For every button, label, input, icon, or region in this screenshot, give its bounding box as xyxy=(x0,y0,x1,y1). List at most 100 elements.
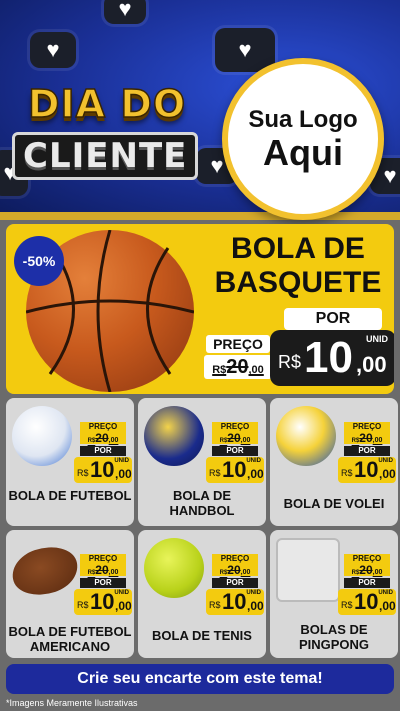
product-name: BOLAS DE PINGPONG xyxy=(298,622,370,652)
product-price: R$ 10 ,00 UNID xyxy=(206,589,264,615)
por-label: POR xyxy=(80,578,126,588)
old-price-value: 20 xyxy=(359,563,373,577)
product-card: PREÇO R$20,00 POR R$ 10 ,00 UNID BOLAS D… xyxy=(270,530,398,658)
logo-text-line-2: Aqui xyxy=(263,132,343,173)
preco-label: PREÇO xyxy=(206,335,270,353)
unit-label: UNID xyxy=(378,458,393,464)
logo-placeholder: Sua Logo Aqui xyxy=(222,58,384,220)
price-currency: R$ xyxy=(278,352,302,372)
product-name: BOLA DE TENIS xyxy=(152,628,252,643)
product-name: BOLA DE VOLEI xyxy=(283,496,385,511)
product-image xyxy=(276,406,336,466)
heart-card-decoration: ♥ xyxy=(30,32,76,68)
price-decimals: ,00 xyxy=(247,467,264,481)
title-line-1: DIA DO xyxy=(27,81,187,127)
unit-label: UNID xyxy=(366,334,388,344)
price-currency: R$ xyxy=(341,468,353,478)
old-price-value: 20 xyxy=(227,431,241,445)
old-price-value: 20 xyxy=(95,563,109,577)
product-image xyxy=(144,538,204,598)
product-name: BOLA DE FUTEBOL AMERICANO xyxy=(8,624,132,654)
product-image xyxy=(144,406,204,466)
por-label: POR xyxy=(344,578,390,588)
heart-card-decoration: ♥ xyxy=(104,0,146,24)
old-price-decimals: ,00 xyxy=(108,437,119,444)
old-price-decimals: ,00 xyxy=(372,437,383,444)
price-decimals: ,00 xyxy=(247,599,264,613)
old-price-decimals: ,00 xyxy=(248,364,264,376)
heart-icon: ♥ xyxy=(238,37,252,62)
product-price: R$ 10 ,00 UNID xyxy=(206,457,264,483)
old-price-decimals: ,00 xyxy=(240,569,251,576)
old-price: R$20,00 xyxy=(212,432,258,444)
unit-label: UNID xyxy=(246,458,261,464)
price-decimals: ,00 xyxy=(379,467,396,481)
cta-banner[interactable]: Crie seu encarte com este tema! xyxy=(6,664,394,694)
title-line-2: CLIENTE xyxy=(12,132,199,180)
product-card: PREÇO R$20,00 POR R$ 10 ,00 UNID BOLA DE… xyxy=(6,398,134,526)
por-label: POR xyxy=(212,578,258,588)
flyer: ♥ ♥ ♥ ♥ ♥ ♥ DIA DO CLIENTE Sua Logo Aqui… xyxy=(0,0,400,711)
featured-product: -50% BOLA DE BASQUETE POR PREÇO R$20,00 … xyxy=(6,224,394,394)
product-card: PREÇO R$20,00 POR R$ 10 ,00 UNID BOLA DE… xyxy=(138,530,266,658)
price-decimals: ,00 xyxy=(356,352,387,377)
product-card: PREÇO R$20,00 POR R$ 10 ,00 UNID BOLA DE… xyxy=(6,530,134,658)
product-name: BOLA DE HANDBOL xyxy=(169,488,235,518)
discount-badge: -50% xyxy=(14,236,64,286)
por-label: POR xyxy=(344,446,390,456)
product-price: R$ 10 ,00 UNID xyxy=(338,589,396,615)
logo-text-line-1: Sua Logo xyxy=(248,106,358,133)
product-card: PREÇO R$20,00 POR R$ 10 ,00 UNID BOLA DE… xyxy=(138,398,266,526)
price-currency: R$ xyxy=(77,468,89,478)
product-price: R$ 10 ,00 UNID xyxy=(338,457,396,483)
price-integer: 10 xyxy=(222,589,247,614)
price-integer: 10 xyxy=(90,457,115,482)
gold-divider xyxy=(0,212,400,220)
price-decimals: ,00 xyxy=(379,599,396,613)
product-image xyxy=(276,538,340,602)
por-label: POR xyxy=(80,446,126,456)
featured-product-name: BOLA DE BASQUETE xyxy=(214,232,382,299)
unit-label: UNID xyxy=(114,458,129,464)
product-name: BOLA DE FUTEBOL xyxy=(8,488,132,503)
price-integer: 10 xyxy=(354,589,379,614)
heart-card-decoration: ♥ xyxy=(215,28,275,72)
old-price: R$20,00 xyxy=(212,564,258,576)
price-integer: 10 xyxy=(354,457,379,482)
price-decimals: ,00 xyxy=(115,467,132,481)
old-price: R$20,00 xyxy=(344,564,390,576)
price-integer: 10 xyxy=(222,457,247,482)
old-price-decimals: ,00 xyxy=(108,569,119,576)
title-block: DIA DO CLIENTE xyxy=(12,81,202,182)
unit-label: UNID xyxy=(378,590,393,596)
product-card: PREÇO R$20,00 POR R$ 10 ,00 UNID BOLA DE… xyxy=(270,398,398,526)
price-currency: R$ xyxy=(209,468,221,478)
old-price: R$20,00 xyxy=(80,432,126,444)
old-price-value: 20 xyxy=(226,356,249,378)
old-price-value: 20 xyxy=(95,431,109,445)
unit-label: UNID xyxy=(114,590,129,596)
heart-icon: ♥ xyxy=(383,163,397,188)
product-price: R$ 10 ,00 UNID xyxy=(74,457,132,483)
old-price-decimals: ,00 xyxy=(372,569,383,576)
old-price: R$20,00 xyxy=(204,355,272,379)
product-price: R$ 10 ,00 UNID xyxy=(74,589,132,615)
price-integer: 10 xyxy=(304,333,353,382)
heart-icon: ♥ xyxy=(46,37,60,62)
product-image xyxy=(12,406,72,466)
heart-icon: ♥ xyxy=(210,153,224,178)
unit-label: UNID xyxy=(246,590,261,596)
featured-price: R$ 10 ,00 UNID xyxy=(270,330,394,386)
price-currency: R$ xyxy=(341,600,353,610)
old-price: R$20,00 xyxy=(80,564,126,576)
old-price-decimals: ,00 xyxy=(240,437,251,444)
por-label: POR xyxy=(212,446,258,456)
por-label: POR xyxy=(284,308,382,330)
heart-icon: ♥ xyxy=(118,0,132,21)
old-price: R$20,00 xyxy=(344,432,390,444)
footnote: *Imagens Meramente Ilustrativas xyxy=(6,698,138,708)
price-currency: R$ xyxy=(77,600,89,610)
old-price-currency: R$ xyxy=(212,364,227,376)
old-price-value: 20 xyxy=(227,563,241,577)
old-price-value: 20 xyxy=(359,431,373,445)
